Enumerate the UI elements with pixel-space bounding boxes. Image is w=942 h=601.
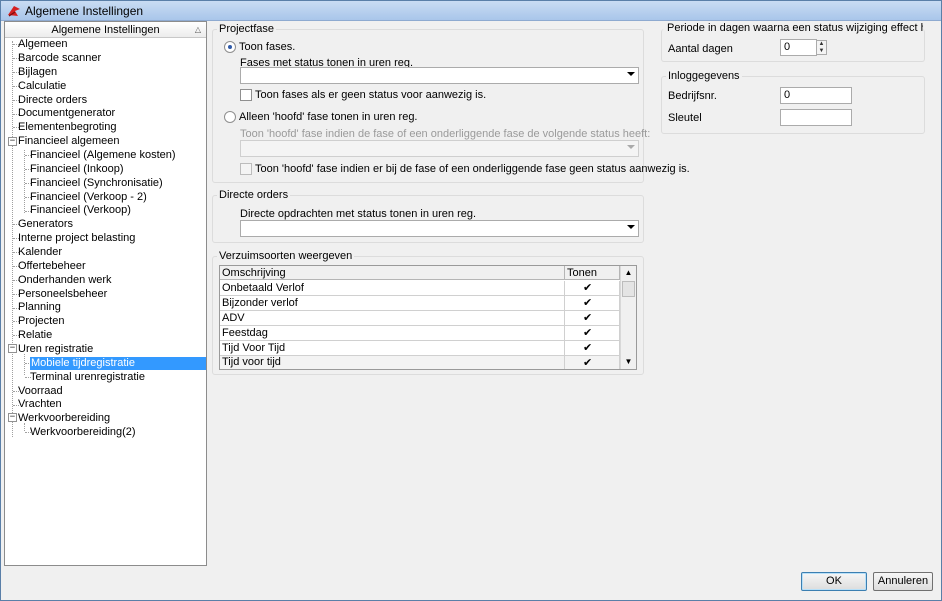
tree-item-planning[interactable]: Planning <box>18 301 61 314</box>
hoofd-status-dropdown[interactable] <box>240 140 639 157</box>
table-row[interactable]: Bijzonder verlof ✔ <box>220 296 620 311</box>
verzuim-grid[interactable]: Omschrijving Tonen Onbetaald Verlof ✔ Bi… <box>219 265 637 370</box>
table-row[interactable]: Tijd Voor Tijd ✔ <box>220 341 620 356</box>
column-header-omschrijving[interactable]: Omschrijving <box>220 266 565 280</box>
tree-item-bijlagen[interactable]: Bijlagen <box>18 66 57 79</box>
table-row[interactable]: ADV ✔ <box>220 311 620 326</box>
tree-item-terminal-urenregistratie[interactable]: Terminal urenregistratie <box>30 371 145 384</box>
table-row[interactable]: Tijd voor tijd ✔ <box>220 356 620 369</box>
spin-up-icon[interactable]: ▲ <box>817 41 826 48</box>
tree-item-documentgenerator[interactable]: Documentgenerator <box>18 107 115 120</box>
radio-toon-fases-label[interactable]: Toon fases. <box>239 41 295 54</box>
tree-header-label: Algemene Instellingen <box>51 24 160 36</box>
cell-omschrijving[interactable]: Tijd Voor Tijd <box>220 341 565 355</box>
tree-item-mobiele-tijdregistratie[interactable]: Mobiele tijdregistratie <box>30 357 206 370</box>
tree-item-interne-project-belasting[interactable]: Interne project belasting <box>18 232 135 245</box>
periode-title: Periode in dagen waarna een status wijzi… <box>665 22 923 35</box>
settings-window: Algemene Instellingen Algemene Instellin… <box>0 0 942 601</box>
window-title: Algemene Instellingen <box>25 4 144 18</box>
verzuim-title: Verzuimsoorten weergeven <box>217 250 355 263</box>
tree-connector <box>24 150 25 213</box>
sleutel-label: Sleutel <box>668 112 702 124</box>
checkmark-icon[interactable]: ✔ <box>583 311 595 325</box>
tree-item-vrachten[interactable]: Vrachten <box>18 398 62 411</box>
grid-header: Omschrijving Tonen <box>220 266 620 280</box>
checkbox-hoofd-geen-status-label[interactable]: Toon 'hoofd' fase indien er bij de fase … <box>255 163 690 176</box>
radio-alleen-hoofd-label[interactable]: Alleen 'hoofd' fase tonen in uren reg. <box>239 111 418 124</box>
sort-ascending-icon[interactable]: △ <box>195 22 201 38</box>
chevron-down-icon[interactable] <box>627 145 635 149</box>
app-logo-icon <box>8 6 20 17</box>
tree-item-financieel-verkoop-2[interactable]: Financieel (Verkoop - 2) <box>30 191 147 204</box>
inlog-title: Inloggegevens <box>666 70 742 83</box>
checkmark-icon[interactable]: ✔ <box>583 326 595 340</box>
annuleren-button[interactable]: Annuleren <box>873 572 933 591</box>
tree-item-relatie[interactable]: Relatie <box>18 329 52 342</box>
tree-item-projecten[interactable]: Projecten <box>18 315 64 328</box>
aantal-dagen-input[interactable]: 0 <box>780 39 817 56</box>
chevron-down-icon[interactable] <box>627 225 635 229</box>
checkbox-geen-status[interactable] <box>240 89 252 101</box>
cell-omschrijving[interactable]: ADV <box>220 311 565 325</box>
directe-orders-dropdown[interactable] <box>240 220 639 237</box>
projectfase-title: Projectfase <box>217 23 277 36</box>
fases-status-dropdown[interactable] <box>240 67 639 84</box>
ok-button[interactable]: OK <box>801 572 867 591</box>
tree-column-header[interactable]: Algemene Instellingen △ <box>5 22 206 38</box>
checkbox-hoofd-geen-status[interactable] <box>240 163 252 175</box>
title-bar: Algemene Instellingen <box>1 1 941 21</box>
tree-item-financieel-verkoop[interactable]: Financieel (Verkoop) <box>30 204 131 217</box>
collapse-toggle-icon[interactable]: − <box>8 137 17 146</box>
collapse-toggle-icon[interactable]: − <box>8 344 17 353</box>
grid-scrollbar[interactable]: ▲ ▼ <box>620 266 636 369</box>
settings-tree[interactable]: Algemene Instellingen △ − − − Algemeen B… <box>4 21 207 566</box>
scroll-up-icon[interactable]: ▲ <box>621 266 636 280</box>
radio-toon-fases[interactable] <box>224 41 236 53</box>
table-row[interactable]: Onbetaald Verlof ✔ <box>220 281 620 296</box>
tree-connector <box>24 354 25 375</box>
checkmark-icon[interactable]: ✔ <box>583 281 595 295</box>
cell-omschrijving[interactable]: Onbetaald Verlof <box>220 281 565 295</box>
tree-item-financieel-synchronisatie[interactable]: Financieel (Synchronisatie) <box>30 177 163 190</box>
tree-item-werkvoorbereiding[interactable]: Werkvoorbereiding <box>18 412 110 425</box>
scroll-down-icon[interactable]: ▼ <box>621 355 636 369</box>
checkmark-icon[interactable]: ✔ <box>583 356 595 369</box>
checkmark-icon[interactable]: ✔ <box>583 341 595 355</box>
tree-item-personeelsbeheer[interactable]: Personeelsbeheer <box>18 288 107 301</box>
directe-orders-title: Directe orders <box>217 189 291 202</box>
cell-omschrijving[interactable]: Tijd voor tijd <box>220 356 565 369</box>
aantal-dagen-spinner[interactable]: ▲ ▼ <box>816 40 827 55</box>
tree-item-barcode-scanner[interactable]: Barcode scanner <box>18 52 101 65</box>
tree-item-offertebeheer[interactable]: Offertebeheer <box>18 260 86 273</box>
scroll-thumb[interactable] <box>622 281 635 297</box>
sleutel-input[interactable] <box>780 109 852 126</box>
tree-item-uren-registratie[interactable]: Uren registratie <box>18 343 93 356</box>
radio-alleen-hoofd[interactable] <box>224 111 236 123</box>
tree-item-financieel-algemeen[interactable]: Financieel algemeen <box>18 135 120 148</box>
cell-omschrijving[interactable]: Feestdag <box>220 326 565 340</box>
bedrijfsnr-input[interactable]: 0 <box>780 87 852 104</box>
tree-item-directe-orders[interactable]: Directe orders <box>18 94 87 107</box>
tree-item-kalender[interactable]: Kalender <box>18 246 62 259</box>
bedrijfsnr-label: Bedrijfsnr. <box>668 90 717 102</box>
column-header-tonen[interactable]: Tonen <box>565 266 620 280</box>
checkbox-geen-status-label[interactable]: Toon fases als er geen status voor aanwe… <box>255 89 486 102</box>
aantal-dagen-label: Aantal dagen <box>668 43 733 55</box>
tree-item-financieel-inkoop[interactable]: Financieel (Inkoop) <box>30 163 124 176</box>
spin-down-icon[interactable]: ▼ <box>817 48 826 55</box>
tree-item-algemeen[interactable]: Algemeen <box>18 38 68 51</box>
chevron-down-icon[interactable] <box>627 72 635 76</box>
table-row[interactable]: Feestdag ✔ <box>220 326 620 341</box>
tree-item-onderhanden-werk[interactable]: Onderhanden werk <box>18 274 112 287</box>
cell-omschrijving[interactable]: Bijzonder verlof <box>220 296 565 310</box>
collapse-toggle-icon[interactable]: − <box>8 413 17 422</box>
radio-selected-dot <box>228 45 232 49</box>
tree-item-calculatie[interactable]: Calculatie <box>18 80 66 93</box>
checkmark-icon[interactable]: ✔ <box>583 296 595 310</box>
tree-item-werkvoorbereiding-2[interactable]: Werkvoorbereiding(2) <box>30 426 136 439</box>
tree-item-generators[interactable]: Generators <box>18 218 73 231</box>
tree-item-financieel-algemene-kosten[interactable]: Financieel (Algemene kosten) <box>30 149 176 162</box>
tree-item-elementenbegroting[interactable]: Elementenbegroting <box>18 121 116 134</box>
tree-item-voorraad[interactable]: Voorraad <box>18 385 63 398</box>
